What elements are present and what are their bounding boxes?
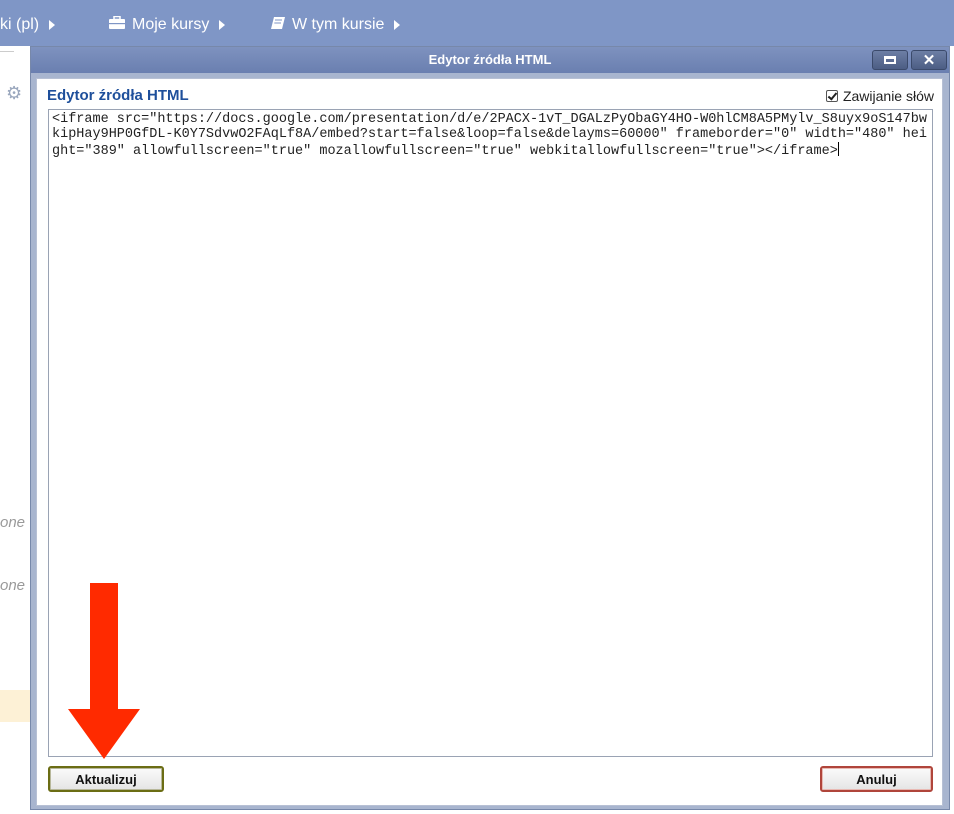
caret-right-icon: [394, 20, 401, 30]
text-caret: [837, 142, 839, 156]
close-icon: ✕: [922, 51, 936, 69]
background-highlight-block: [0, 690, 30, 722]
book-icon: [270, 16, 286, 34]
background-text-fragment: one: [0, 577, 26, 594]
background-divider: [0, 51, 14, 52]
nav-item-this-course-label: W tym kursie: [292, 16, 385, 33]
gear-icon[interactable]: ⚙: [6, 83, 22, 104]
top-navigation-bar: ki (pl) Moje kursy W tym kursie: [0, 0, 954, 46]
dialog-titlebar[interactable]: Edytor źródła HTML: [31, 47, 949, 73]
update-button-label: Aktualizuj: [75, 771, 137, 787]
word-wrap-toggle[interactable]: Zawijanie słów: [825, 88, 934, 104]
briefcase-icon: [108, 15, 126, 34]
red-arrow-annotation-icon: [68, 583, 140, 759]
word-wrap-label: Zawijanie słów: [842, 88, 934, 104]
maximize-icon: [884, 56, 896, 64]
html-source-text: <iframe src="https://docs.google.com/pre…: [52, 112, 927, 159]
close-button[interactable]: ✕: [911, 50, 947, 70]
cancel-button[interactable]: Anuluj: [820, 766, 933, 792]
update-button[interactable]: Aktualizuj: [48, 766, 164, 792]
nav-item-my-courses-label: Moje kursy: [132, 16, 210, 33]
dialog-title: Edytor źródła HTML: [428, 52, 552, 67]
cancel-button-label: Anuluj: [856, 771, 897, 787]
caret-right-icon: [49, 20, 56, 30]
caret-right-icon: [219, 20, 226, 30]
panel-title: Edytor źródła HTML: [47, 87, 189, 104]
editor-panel: Edytor źródła HTML Zawijanie słów <ifram…: [36, 78, 943, 806]
background-text-fragment: one: [0, 514, 26, 531]
nav-item-language-label: ki (pl): [0, 16, 40, 33]
nav-item-my-courses[interactable]: Moje kursy: [108, 15, 226, 34]
html-source-textarea[interactable]: <iframe src="https://docs.google.com/pre…: [48, 109, 933, 757]
nav-item-this-course[interactable]: W tym kursie: [270, 16, 401, 34]
nav-item-language[interactable]: ki (pl): [0, 16, 56, 34]
word-wrap-checkbox[interactable]: [825, 90, 838, 102]
maximize-button[interactable]: [872, 50, 908, 70]
html-source-editor-dialog: Edytor źródła HTML ✕ Edytor źródła HTML …: [30, 46, 950, 810]
